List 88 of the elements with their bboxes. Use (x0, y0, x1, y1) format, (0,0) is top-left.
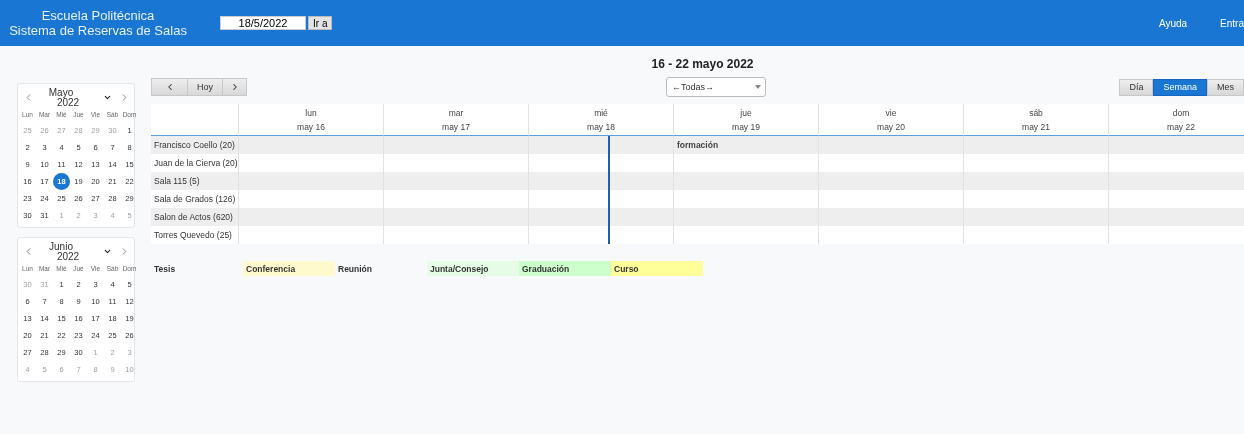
weekday-label: sáb (1029, 108, 1043, 118)
schedule-cell[interactable] (529, 208, 674, 226)
schedule-cell[interactable] (964, 154, 1109, 172)
schedule-cell[interactable] (1109, 226, 1244, 244)
app-title: Sistema de Reservas de Salas (9, 23, 187, 38)
month-label: Mayo (48, 87, 74, 98)
legend-item: Junta/Consejo (427, 261, 519, 276)
schedule-cell[interactable] (384, 172, 529, 190)
schedule-cell[interactable] (1109, 190, 1244, 208)
schedule-cell[interactable] (674, 190, 819, 208)
schedule-cell[interactable] (819, 208, 964, 226)
schedule-cell[interactable] (239, 154, 384, 172)
year-label: 2022 (56, 252, 80, 262)
week-range-title: 16 - 22 mayo 2022 (651, 57, 754, 71)
schedule-cell[interactable] (239, 136, 384, 154)
view-tab[interactable]: Semana (1153, 78, 1207, 96)
room-name: Francisco Coello (20) (154, 140, 235, 150)
today-button[interactable]: Hoy (188, 78, 223, 96)
schedule-cell[interactable] (384, 154, 529, 172)
schedule-cell[interactable] (964, 190, 1109, 208)
schedule-cell[interactable] (529, 172, 674, 190)
date-label: may 20 (877, 122, 905, 132)
schedule-cell[interactable] (239, 190, 384, 208)
room-name: Torres Quevedo (25) (154, 230, 232, 240)
chevron-down-icon (102, 247, 112, 256)
chevron-down-icon (102, 93, 112, 102)
caret-icon (755, 85, 761, 89)
room-name: Salon de Actos (620) (154, 212, 233, 222)
date-label: may 18 (587, 122, 615, 132)
view-tab[interactable]: Día (1119, 78, 1154, 96)
schedule-cell[interactable] (239, 226, 384, 244)
next-button[interactable] (223, 78, 247, 96)
room-name: Juan de la Cierva (20) (154, 158, 238, 168)
room-name: Sala de Grados (126) (154, 194, 236, 204)
schedule-cell[interactable] (1109, 154, 1244, 172)
schedule-cell[interactable] (529, 226, 674, 244)
date-label: may 19 (732, 122, 760, 132)
header-link[interactable]: Ayuda (1158, 17, 1188, 29)
schedule-cell[interactable] (819, 226, 964, 244)
date-label: may 17 (442, 122, 470, 132)
schedule-cell[interactable] (819, 136, 964, 154)
schedule-cell[interactable] (384, 190, 529, 208)
schedule-cell[interactable] (529, 190, 674, 208)
weekday-label: jue (740, 108, 752, 118)
schedule-cell[interactable]: formación (674, 136, 819, 154)
schedule-cell[interactable] (1109, 208, 1244, 226)
room-filter-select[interactable]: ←Todas→ (666, 77, 766, 97)
header-link[interactable]: Entra (1220, 17, 1244, 29)
legend-item: Graduación (519, 261, 611, 276)
weekday-label: dom (1172, 108, 1190, 118)
event-label[interactable]: formación (677, 140, 719, 150)
legend-item: Curso (611, 261, 703, 276)
date-label: may 16 (297, 122, 325, 132)
weekday-label: vie (885, 108, 897, 118)
app-title: Escuela Politécnica (41, 8, 155, 23)
schedule-cell[interactable] (964, 208, 1109, 226)
schedule-cell[interactable] (674, 226, 819, 244)
schedule-cell[interactable] (964, 136, 1109, 154)
view-tab[interactable]: Mes (1207, 78, 1244, 96)
schedule-cell[interactable] (819, 190, 964, 208)
schedule-cell[interactable] (239, 208, 384, 226)
legend-item: Conferencia (243, 261, 335, 276)
schedule-cell[interactable] (529, 136, 674, 154)
schedule-cell[interactable] (964, 172, 1109, 190)
schedule-cell[interactable] (674, 172, 819, 190)
previous-button[interactable] (151, 78, 188, 96)
weekday-label: mié (594, 108, 608, 118)
weekday-label: lun (305, 108, 317, 118)
room-name: Sala 115 (5) (154, 176, 200, 186)
month-label: Junio (49, 241, 73, 252)
schedule-cell[interactable] (674, 154, 819, 172)
year-label: 2022 (56, 98, 80, 108)
schedule-cell[interactable] (1109, 136, 1244, 154)
schedule-cell[interactable] (1109, 172, 1244, 190)
schedule-cell[interactable] (384, 226, 529, 244)
schedule-cell[interactable] (239, 172, 384, 190)
schedule-cell[interactable] (674, 208, 819, 226)
date-label: may 22 (1167, 122, 1195, 132)
schedule-cell[interactable] (384, 136, 529, 154)
schedule-cell[interactable] (384, 208, 529, 226)
go-button[interactable]: Ir a (308, 16, 333, 30)
schedule-cell[interactable] (529, 154, 674, 172)
schedule-cell[interactable] (964, 226, 1109, 244)
weekday-label: mar (448, 108, 464, 118)
date-label: may 21 (1022, 122, 1050, 132)
date-field[interactable]: 18/5/2022 (220, 16, 306, 30)
schedule-cell[interactable] (819, 172, 964, 190)
schedule-cell[interactable] (819, 154, 964, 172)
